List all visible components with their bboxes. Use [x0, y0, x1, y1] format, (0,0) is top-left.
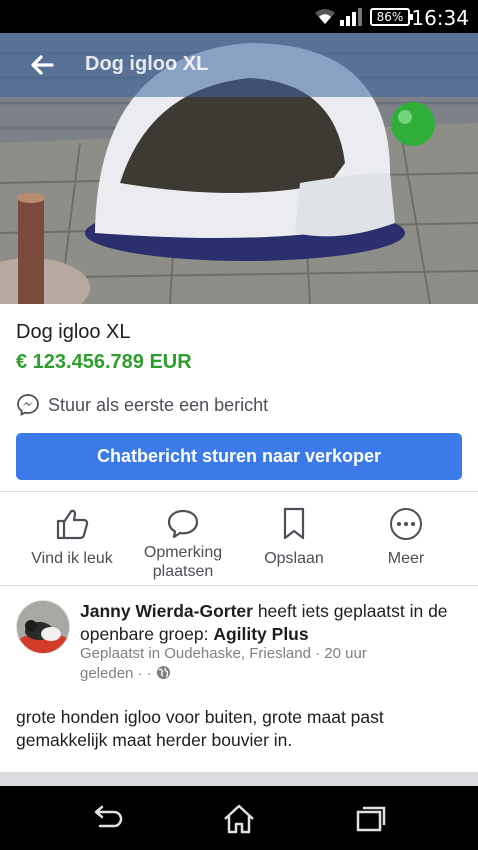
post-description: grote honden igloo voor buiten, grote ma…	[16, 707, 384, 750]
like-label: Vind ik leuk	[31, 550, 113, 567]
clock: 16:34	[411, 6, 469, 30]
action-bar: Vind ik leuk Opmerking plaatsen Opslaan …	[0, 505, 478, 583]
post-author[interactable]: Janny Wierda-Gorter	[80, 601, 253, 621]
post-meta-text: Geplaatst in Oudehaske, Friesland · 20 u…	[80, 645, 367, 682]
like-button[interactable]: Vind ik leuk	[17, 505, 127, 568]
home-icon[interactable]	[222, 804, 256, 834]
battery-indicator: 86%	[370, 8, 413, 26]
system-nav-bar	[0, 786, 478, 850]
divider	[0, 491, 478, 492]
back-arrow-icon[interactable]	[28, 51, 56, 79]
post-header: Janny Wierda-Gorter heeft iets geplaatst…	[80, 600, 470, 646]
section-separator	[0, 772, 478, 786]
chat-seller-button[interactable]: Chatbericht sturen naar verkoper	[16, 433, 462, 480]
status-bar: 86% 16:34	[0, 0, 478, 33]
messenger-icon	[17, 394, 39, 417]
page-title: Dog igloo XL	[85, 53, 209, 75]
bookmark-icon	[283, 507, 305, 540]
globe-icon	[156, 665, 170, 680]
post-meta: Geplaatst in Oudehaske, Friesland · 20 u…	[80, 644, 400, 684]
more-label: Meer	[387, 550, 425, 567]
recent-apps-icon[interactable]	[354, 804, 388, 834]
more-icon	[390, 508, 422, 540]
back-icon[interactable]	[90, 804, 124, 834]
more-button[interactable]: Meer	[351, 505, 461, 568]
save-button[interactable]: Opslaan	[239, 505, 349, 568]
save-label: Opslaan	[264, 550, 324, 567]
comment-button[interactable]: Opmerking plaatsen	[128, 505, 238, 581]
listing-title: Dog igloo XL	[16, 321, 131, 343]
avatar[interactable]	[16, 600, 70, 654]
message-prompt[interactable]: Stuur als eerste een bericht	[16, 393, 268, 417]
post-group[interactable]: Agility Plus	[213, 624, 308, 644]
message-prompt-text: Stuur als eerste een bericht	[48, 394, 269, 415]
thumbs-up-icon	[56, 509, 89, 540]
top-bar: Dog igloo XL	[0, 33, 478, 97]
divider	[0, 585, 478, 586]
wifi-icon	[315, 9, 335, 24]
signal-icon	[340, 8, 362, 26]
comment-label: Opmerking plaatsen	[143, 544, 223, 580]
comment-icon	[167, 509, 199, 539]
listing-price: € 123.456.789 EUR	[16, 351, 192, 373]
